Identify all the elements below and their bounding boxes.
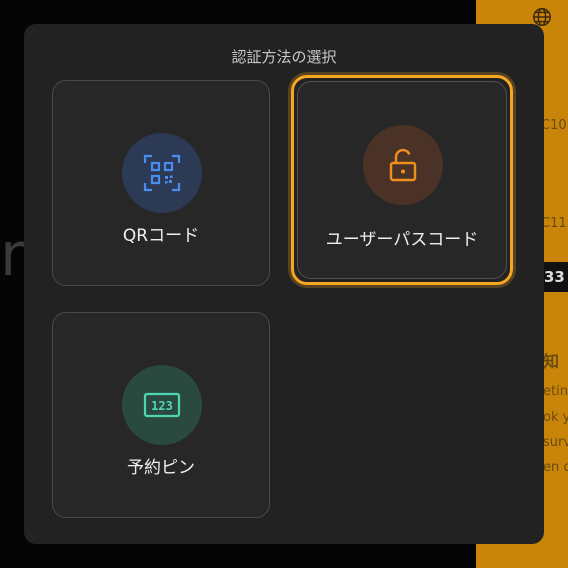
background-text-fragment: C10: [541, 118, 567, 133]
reservation-pin-option[interactable]: 123 予約ピン: [52, 312, 270, 518]
pin-icon-circle: 123: [122, 365, 202, 445]
background-text-fragment: C11: [541, 216, 567, 231]
user-passcode-label: ユーザーパスコード: [325, 230, 479, 250]
dialog-title: 認証方法の選択: [231, 48, 337, 66]
qr-code-option[interactable]: QRコード: [52, 80, 270, 286]
background-text-fragment: surv: [543, 435, 568, 450]
reservation-pin-label: 予約ピン: [127, 458, 195, 478]
pin-123-icon: 123: [143, 392, 181, 418]
unlock-icon-circle: [363, 125, 443, 205]
background-badge: 33: [540, 262, 568, 292]
qr-icon-circle: [122, 133, 202, 213]
auth-method-dialog: 認証方法の選択 QRコード ユーザーパスコード 123 予約ピン: [24, 24, 544, 544]
user-passcode-option[interactable]: ユーザーパスコード: [297, 81, 507, 279]
background-text-fragment: 知: [543, 352, 560, 371]
qr-code-label: QRコード: [122, 226, 200, 246]
background-text-fragment: ok y: [543, 410, 568, 425]
background-text-fragment: etin: [543, 384, 568, 399]
svg-text:123: 123: [151, 399, 173, 413]
unlock-icon: [389, 148, 417, 182]
qr-code-icon: [143, 154, 181, 192]
background-text-fragment: en c: [543, 460, 568, 475]
